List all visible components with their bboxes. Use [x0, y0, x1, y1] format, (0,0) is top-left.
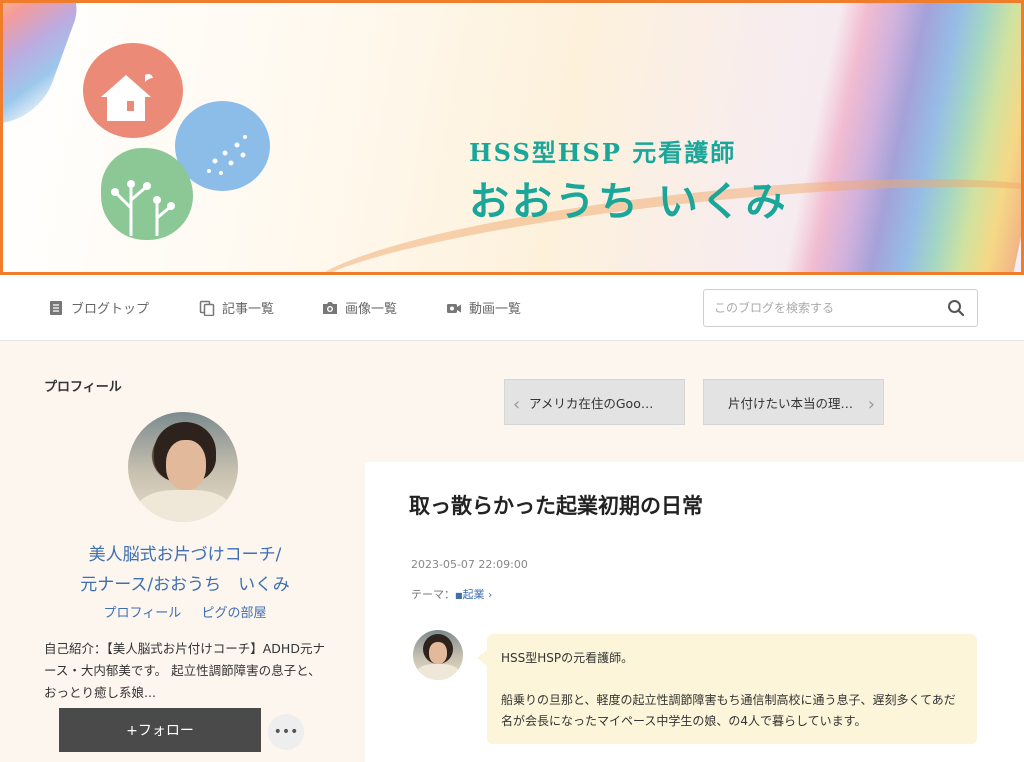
chevron-left-icon: ‹ — [513, 394, 521, 415]
global-nav: ブログトップ 記事一覧 画像一覧 動画一覧 — [0, 275, 1024, 341]
search-icon[interactable] — [947, 299, 965, 317]
bubble-text: HSS型HSPの元看護師。 — [501, 651, 634, 665]
follow-button[interactable]: +フォロー — [59, 708, 261, 752]
article-title: 取っ散らかった起業初期の日常 — [409, 494, 703, 518]
theme-prefix: テーマ： — [411, 588, 455, 601]
green-tree-logo-icon — [101, 148, 193, 240]
bubble-text: 船乗りの旦那と、軽度の起立性調節障害もち通信制高校に通う息子、遅刻多くてあだ名が… — [501, 693, 956, 728]
theme-tag-link[interactable]: ■起業 › — [455, 588, 492, 601]
search-input[interactable] — [714, 298, 939, 318]
house-icon — [101, 74, 153, 121]
nav-blog-top[interactable]: ブログトップ — [48, 298, 149, 317]
profile-sidebar: プロフィール 美人脳式お片づけコーチ/ 元ナース/おおうち いくみ プロフィール… — [40, 342, 330, 762]
article: 取っ散らかった起業初期の日常 2023-05-07 22:09:00 テーマ：■… — [365, 462, 1024, 762]
rainbow-decoration-left — [3, 3, 89, 123]
document-icon — [50, 300, 62, 315]
nav-label: 動画一覧 — [469, 302, 522, 317]
nav-label: 画像一覧 — [345, 302, 398, 317]
banner-title: おおうち いくみ — [469, 178, 789, 225]
nav-label: 記事一覧 — [222, 302, 275, 317]
profile-link[interactable]: プロフィール — [104, 606, 182, 621]
copy-icon — [199, 300, 215, 316]
chevron-right-icon: › — [867, 394, 875, 415]
profile-links: プロフィール ピグの部屋 — [40, 602, 330, 621]
avatar[interactable] — [128, 412, 238, 522]
nav-image-list[interactable]: 画像一覧 — [322, 298, 397, 317]
author-avatar[interactable] — [413, 630, 463, 680]
author-intro-bubble: HSS型HSPの元看護師。 船乗りの旦那と、軽度の起立性調節障害もち通信制高校に… — [477, 634, 977, 744]
blog-name-line1: 美人脳式お片づけコーチ/ — [88, 545, 282, 565]
pig-room-link[interactable]: ピグの部屋 — [201, 606, 266, 621]
blog-search — [703, 289, 978, 327]
blog-name-link[interactable]: 美人脳式お片づけコーチ/ 元ナース/おおうち いくみ — [40, 540, 330, 600]
header-banner[interactable]: HSS型HSP 元看護師 おおうち いくみ — [0, 0, 1024, 275]
self-intro: 自己紹介：【美人脳式お片付けコーチ】ADHD元ナース・大内郁美です。 起立性調節… — [44, 641, 325, 700]
prev-article-link[interactable]: ‹ アメリカ在住のGoo… — [504, 379, 685, 425]
sidebar-title: プロフィール — [44, 380, 122, 395]
nav-video-list[interactable]: 動画一覧 — [446, 298, 521, 317]
article-theme: テーマ：■起業 › — [411, 586, 492, 602]
nav-label: ブログトップ — [71, 302, 150, 317]
house-logo-icon — [83, 43, 183, 138]
video-icon — [447, 303, 461, 313]
prev-article-label: アメリカ在住のGoo… — [529, 395, 654, 411]
blog-name-line2: 元ナース/おおうち いくみ — [80, 575, 290, 595]
article-date: 2023-05-07 22:09:00 — [411, 558, 528, 571]
banner-subtitle: HSS型HSP 元看護師 — [469, 138, 737, 167]
nav-article-list[interactable]: 記事一覧 — [199, 298, 274, 317]
camera-icon — [323, 301, 337, 314]
next-article-label: 片付けたい本当の理… — [728, 395, 854, 411]
next-article-link[interactable]: 片付けたい本当の理… › — [703, 379, 884, 425]
more-options-button[interactable]: ••• — [268, 714, 304, 750]
